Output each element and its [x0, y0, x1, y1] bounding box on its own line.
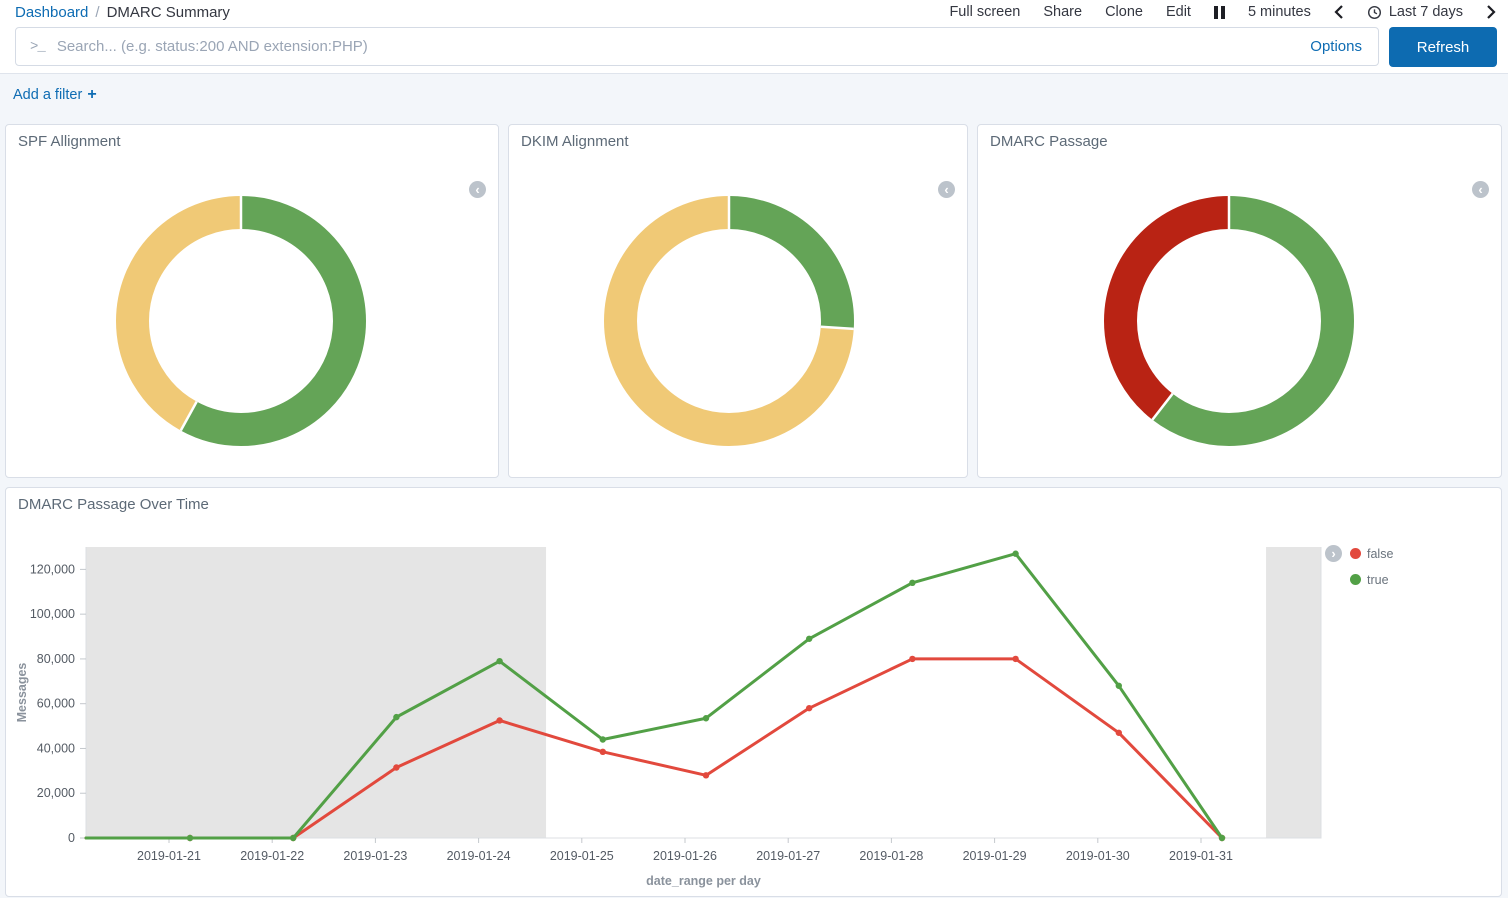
data-point-true — [187, 835, 193, 841]
query-bar-row: >_ Options Refresh — [0, 24, 1508, 73]
y-tick-label: 40,000 — [37, 741, 75, 755]
menu-item-clone[interactable]: Clone — [1105, 4, 1143, 20]
x-tick-label: 2019-01-25 — [550, 849, 614, 863]
y-axis-title: Messages — [15, 663, 29, 723]
chart-legend: › false true — [1325, 545, 1393, 597]
x-axis: 2019-01-21 2019-01-22 2019-01-23 2019-01-24… — [137, 838, 1233, 863]
legend-collapse-icon[interactable]: › — [1325, 545, 1342, 562]
y-tick-label: 0 — [68, 831, 75, 845]
donut-slices — [133, 213, 350, 430]
add-filter-link[interactable]: Add a filter + — [13, 86, 97, 104]
legend-label-false: false — [1367, 547, 1393, 561]
x-tick-label: 2019-01-21 — [137, 849, 201, 863]
legend-expand-icon[interactable]: ‹ — [938, 181, 955, 198]
x-tick-label: 2019-01-24 — [447, 849, 511, 863]
panel-dmarc-passage-over-time: 0 20,000 40,000 60,000 80,000 100,000 120,000 2… — [5, 487, 1502, 897]
panel-spf-alignment: SPF Allignment ‹ — [5, 124, 499, 478]
data-point-true — [600, 736, 606, 742]
options-link[interactable]: Options — [1310, 38, 1362, 55]
refresh-interval-button[interactable]: 5 minutes — [1248, 4, 1311, 20]
x-tick-label: 2019-01-29 — [963, 849, 1027, 863]
x-tick-label: 2019-01-30 — [1066, 849, 1130, 863]
y-tick-label: 100,000 — [30, 607, 75, 621]
query-bar: >_ Options — [15, 27, 1379, 66]
plus-icon: + — [87, 86, 96, 104]
donut-slices — [1121, 213, 1338, 430]
x-tick-label: 2019-01-28 — [859, 849, 923, 863]
panel-dkim-alignment: DKIM Alignment ‹ — [508, 124, 968, 478]
x-tick-label: 2019-01-27 — [756, 849, 820, 863]
data-point-false — [909, 656, 915, 662]
time-range-button[interactable]: Last 7 days — [1367, 4, 1463, 20]
chevron-right-icon[interactable] — [1486, 4, 1496, 20]
page-title: DMARC Summary — [107, 4, 230, 21]
panel-title-dmarc: DMARC Passage — [978, 125, 1501, 158]
data-point-false — [703, 772, 709, 778]
panel-title-dkim: DKIM Alignment — [509, 125, 967, 158]
data-point-false — [393, 764, 399, 770]
x-axis-title: date_range per day — [646, 874, 761, 888]
legend-label-true: true — [1367, 573, 1389, 587]
legend-item-false[interactable]: false — [1350, 547, 1393, 561]
donut-slices — [621, 213, 838, 430]
breadcrumb: Dashboard / DMARC Summary — [15, 4, 230, 21]
time-range-label: Last 7 days — [1389, 4, 1463, 20]
partial-bucket-band — [1266, 547, 1321, 838]
data-point-true — [393, 714, 399, 720]
legend-expand-icon[interactable]: ‹ — [1472, 181, 1489, 198]
data-point-true — [909, 580, 915, 586]
top-navigation-bar: Dashboard / DMARC Summary Full screen Sh… — [0, 0, 1508, 24]
y-tick-label: 80,000 — [37, 652, 75, 666]
top-menu: Full screen Share Clone Edit 5 minutes L… — [949, 4, 1496, 20]
data-point-false — [1012, 656, 1018, 662]
y-tick-label: 20,000 — [37, 786, 75, 800]
timeseries-chart[interactable]: 0 20,000 40,000 60,000 80,000 100,000 120,000 2… — [6, 488, 1501, 896]
query-prompt-icon: >_ — [30, 39, 45, 55]
data-point-false — [1116, 730, 1122, 736]
data-point-true — [806, 636, 812, 642]
menu-item-edit[interactable]: Edit — [1166, 4, 1191, 20]
y-tick-label: 120,000 — [30, 562, 75, 576]
dkim-donut-chart[interactable] — [599, 191, 859, 451]
menu-item-full-screen[interactable]: Full screen — [949, 4, 1020, 20]
x-tick-label: 2019-01-31 — [1169, 849, 1233, 863]
panel-title-timeseries: DMARC Passage Over Time — [6, 488, 221, 521]
data-point-true — [703, 715, 709, 721]
chevron-left-icon[interactable] — [1334, 4, 1344, 20]
x-tick-label: 2019-01-26 — [653, 849, 717, 863]
clock-icon — [1367, 5, 1382, 20]
data-point-true — [1012, 551, 1018, 557]
breadcrumb-dashboard-link[interactable]: Dashboard — [15, 4, 88, 21]
refresh-button[interactable]: Refresh — [1389, 27, 1497, 67]
data-point-true — [496, 658, 502, 664]
data-point-false — [600, 749, 606, 755]
y-axis: 0 20,000 40,000 60,000 80,000 100,000 120,000 — [30, 562, 86, 845]
add-filter-label: Add a filter — [13, 87, 82, 103]
x-tick-label: 2019-01-23 — [343, 849, 407, 863]
panel-dmarc-passage: DMARC Passage ‹ — [977, 124, 1502, 478]
y-tick-label: 60,000 — [37, 697, 75, 711]
legend-dot-true — [1350, 574, 1361, 585]
data-point-true — [1219, 835, 1225, 841]
spf-donut-chart[interactable] — [111, 191, 371, 451]
partial-bucket-band — [86, 547, 546, 838]
data-point-true — [290, 835, 296, 841]
data-point-false — [806, 705, 812, 711]
breadcrumb-separator: / — [95, 4, 99, 21]
x-tick-label: 2019-01-22 — [240, 849, 304, 863]
search-input[interactable] — [57, 38, 1310, 55]
dmarc-donut-chart[interactable] — [1099, 191, 1359, 451]
data-point-true — [1116, 683, 1122, 689]
data-point-false — [496, 717, 502, 723]
pause-icon[interactable] — [1214, 6, 1225, 19]
panel-title-spf: SPF Allignment — [6, 125, 498, 158]
legend-expand-icon[interactable]: ‹ — [469, 181, 486, 198]
legend-dot-false — [1350, 548, 1361, 559]
menu-item-share[interactable]: Share — [1043, 4, 1082, 20]
dashboard-content: Add a filter + SPF Allignment ‹ DKIM Ali… — [0, 73, 1508, 898]
legend-item-true[interactable]: true — [1350, 573, 1389, 587]
